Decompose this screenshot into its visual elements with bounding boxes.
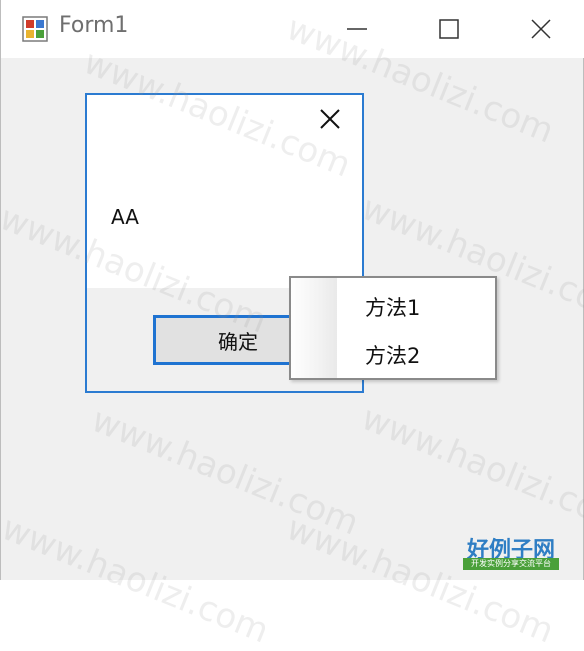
form1-window: Form1 AA 确定 方法1 方法2 www.haolizi.com www.… [0, 0, 584, 651]
watermark-text: www.haolizi.com [356, 398, 584, 542]
close-button[interactable] [495, 0, 584, 58]
minimize-button[interactable] [311, 0, 403, 58]
close-icon [531, 19, 551, 39]
title-bar[interactable]: Form1 [1, 0, 584, 58]
menu-item-method1[interactable]: 方法1 [365, 292, 420, 322]
minimize-icon [347, 28, 367, 30]
menu-item-method2[interactable]: 方法2 [365, 340, 420, 370]
menu-icon-gutter [291, 278, 337, 378]
window-title: Form1 [59, 13, 129, 38]
maximize-button[interactable] [403, 0, 495, 58]
watermark-text: www.haolizi.com [86, 400, 365, 544]
brand-logo: 好例子网 开发实例分享交流平台 [463, 532, 559, 572]
context-menu: 方法1 方法2 [289, 276, 497, 380]
brand-sub-text: 开发实例分享交流平台 [463, 558, 559, 570]
dialog-content-area: AA [87, 95, 362, 288]
close-icon[interactable] [316, 105, 344, 133]
dialog-message: AA [111, 205, 139, 229]
winforms-app-icon [22, 16, 48, 42]
maximize-icon [439, 19, 459, 39]
